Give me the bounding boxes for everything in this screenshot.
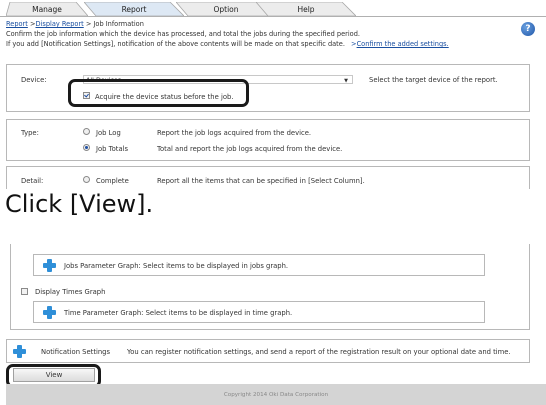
device-hint: Select the target device of the report. [369, 76, 498, 84]
tab-manage-label: Manage [32, 4, 62, 14]
job-totals-radio[interactable] [83, 144, 90, 151]
notification-settings-label: Notification Settings [41, 348, 111, 356]
tab-manage[interactable]: Manage [6, 2, 88, 16]
job-log-label: Job Log [96, 129, 121, 137]
tab-report[interactable]: Report [84, 2, 184, 16]
jobs-parameter-box: Jobs Parameter Graph: Select items to be… [33, 254, 485, 276]
page-description-line2: If you add [Notification Settings], noti… [6, 40, 449, 48]
detail-panel: Detail: Complete Report all the items th… [6, 166, 530, 189]
tab-help-label: Help [297, 4, 315, 14]
detail-label: Detail: [21, 177, 44, 185]
display-times-graph-label: Display Times Graph [35, 288, 106, 296]
device-label: Device: [21, 76, 47, 84]
complete-radio[interactable] [83, 176, 90, 183]
breadcrumb-report-link[interactable]: Report [6, 20, 28, 28]
instruction-caption: Click [View]. [5, 190, 154, 218]
copyright-text: Copyright 2014 Oki Data Corporation [223, 391, 329, 398]
description-line2-text: If you add [Notification Settings], noti… [6, 40, 345, 48]
page-description-line1: Confirm the job information which the de… [6, 30, 360, 38]
question-icon[interactable]: ? [521, 22, 535, 36]
job-totals-label: Job Totals [96, 145, 129, 153]
job-log-radio[interactable] [83, 128, 90, 135]
plus-icon[interactable] [13, 345, 26, 358]
type-label: Type: [21, 129, 39, 137]
breadcrumb-display-report-link[interactable]: Display Report [35, 20, 83, 28]
breadcrumb: Report >Display Report > Job Information [6, 20, 144, 28]
display-times-graph-checkbox[interactable] [21, 288, 28, 295]
plus-icon[interactable] [43, 259, 56, 272]
job-totals-description: Total and report the job logs acquired f… [157, 145, 343, 153]
plus-icon[interactable] [43, 306, 56, 319]
complete-description: Report all the items that can be specifi… [157, 177, 365, 185]
highlight-acquire-status [68, 79, 249, 107]
time-parameter-label: Time Parameter Graph: Select items to be… [64, 309, 293, 317]
time-parameter-box: Time Parameter Graph: Select items to be… [33, 301, 485, 323]
type-panel: Type: Job Log Report the job logs acquir… [6, 119, 530, 161]
tab-bar: Manage Report Option Help [0, 0, 546, 18]
jobs-parameter-label: Jobs Parameter Graph: Select items to be… [64, 262, 289, 270]
chevron-down-icon: ▼ [344, 78, 348, 84]
confirm-settings-link[interactable]: Confirm the added settings. [357, 40, 449, 48]
footer: Copyright 2014 Oki Data Corporation [6, 384, 546, 405]
breadcrumb-current: Job Information [93, 20, 144, 28]
tab-help[interactable]: Help [256, 2, 356, 16]
breadcrumb-separator: > [83, 20, 94, 28]
job-log-description: Report the job logs acquired from the de… [157, 129, 312, 137]
complete-label: Complete [96, 177, 129, 185]
notification-description: You can register notification settings, … [127, 348, 511, 356]
graph-options-panel: Jobs Parameter Graph: Select items to be… [10, 244, 530, 330]
notification-panel: Notification Settings You can register n… [6, 339, 530, 363]
tab-report-label: Report [121, 4, 147, 14]
tab-option-label: Option [213, 4, 239, 14]
